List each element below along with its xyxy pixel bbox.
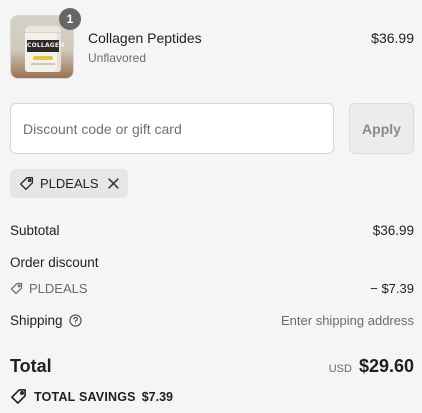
quantity-badge: 1 xyxy=(59,8,81,30)
apply-button[interactable]: Apply xyxy=(349,103,414,154)
order-discount-code: PLDEALS xyxy=(29,281,88,296)
total-amount-group: USD $29.60 xyxy=(329,356,414,377)
product-jar-illustration: COLLAGEN xyxy=(25,26,64,72)
currency-code: USD xyxy=(328,363,352,375)
tag-icon xyxy=(10,388,27,405)
product-image-label: COLLAGEN xyxy=(27,40,64,52)
order-discount-code-line: PLDEALS xyxy=(10,281,88,296)
tag-icon xyxy=(10,282,23,295)
product-name: Collagen Peptides xyxy=(88,30,202,46)
total-value: $29.60 xyxy=(358,356,414,376)
shipping-label: Shipping xyxy=(10,313,63,328)
shipping-value: Enter shipping address xyxy=(281,313,414,328)
total-savings-value: $7.39 xyxy=(141,389,173,404)
order-discount-label: Order discount xyxy=(10,255,99,270)
total-savings-label: TOTAL SAVINGS xyxy=(34,389,136,404)
total-label: Total xyxy=(10,356,52,376)
subtotal-value: $36.99 xyxy=(372,223,414,238)
help-circle-icon[interactable] xyxy=(68,314,82,327)
total-savings: TOTAL SAVINGS $7.39 xyxy=(10,388,173,405)
applied-discount-chip: PLDEALS xyxy=(10,169,128,198)
shipping-label-group: Shipping xyxy=(10,313,82,328)
order-discount-amount: − $7.39 xyxy=(370,281,414,296)
close-icon[interactable] xyxy=(107,177,120,190)
product-variant: Unflavored xyxy=(88,51,147,65)
discount-code-input[interactable] xyxy=(10,103,334,154)
tag-icon xyxy=(19,176,34,191)
product-price: $36.99 xyxy=(371,30,414,46)
subtotal-label: Subtotal xyxy=(10,223,60,238)
applied-discount-code: PLDEALS xyxy=(40,176,99,191)
